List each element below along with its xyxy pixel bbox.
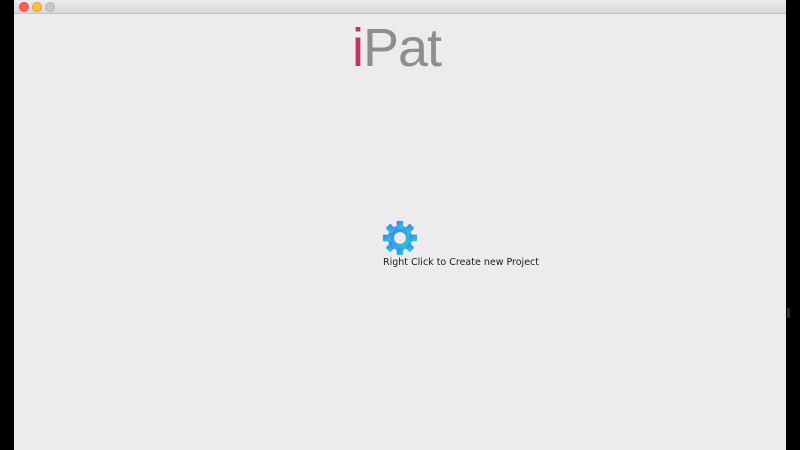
- zoom-window-button[interactable]: [45, 2, 55, 12]
- minimize-window-button[interactable]: [32, 2, 42, 12]
- title-bar: [14, 0, 786, 14]
- close-window-button[interactable]: [19, 2, 29, 12]
- app-window: iPat Right Click to Create new Project: [14, 0, 786, 450]
- create-project-hint: Right Click to Create new Project: [383, 257, 539, 268]
- gear-icon[interactable]: [381, 219, 419, 257]
- window-edge-marker: [787, 308, 790, 318]
